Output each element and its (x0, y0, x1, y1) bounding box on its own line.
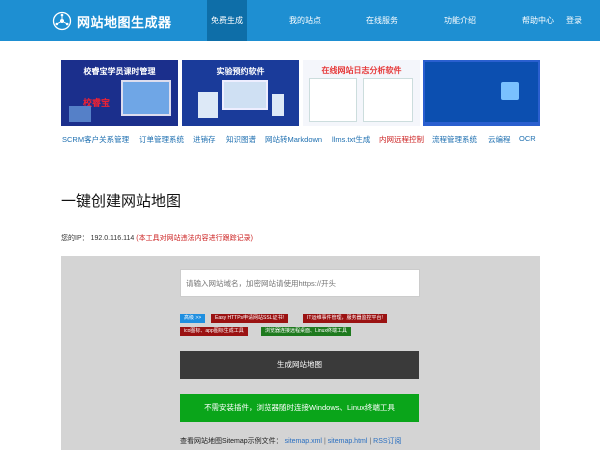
tablet-image (198, 92, 218, 118)
link-remote-control[interactable]: 内网远程控制 (379, 134, 424, 145)
link-scrm[interactable]: SCRM客户关系管理 (62, 134, 129, 145)
banner-remote-desktop[interactable] (423, 60, 540, 126)
logo-text: 网站地图生成器 (77, 14, 172, 30)
example-sitemap-html-link[interactable]: sitemap.html (328, 438, 368, 445)
ip-label: 您的IP： (61, 235, 89, 242)
website-url-input[interactable] (180, 269, 420, 297)
advanced-options-button[interactable]: 高级 >> (180, 314, 206, 323)
nav-my-sites[interactable]: 我的站点 (283, 0, 327, 41)
tablet-image (69, 106, 91, 122)
ad-browser-remote-terminal[interactable]: 浏览器连接远程桌面、Linux终端工具 (261, 327, 351, 336)
example-sitemap-xml-link[interactable]: sitemap.xml (285, 438, 322, 445)
sitemap-logo-icon (52, 11, 72, 31)
product-links: SCRM客户关系管理 订单管理系统 进销存 知识图谱 网站转Markdown l… (62, 134, 542, 146)
ad-it-ops[interactable]: IT运维事件管理，服务器监控平台! (303, 314, 387, 323)
link-knowledge-graph[interactable]: 知识图谱 (226, 134, 256, 145)
banner-lab-booking[interactable]: 实验预约软件 (182, 60, 299, 126)
example-rss-link[interactable]: RSS订阅 (373, 438, 401, 445)
report-image-left (309, 78, 357, 122)
generate-sitemap-button[interactable]: 生成网站地图 (180, 351, 419, 379)
top-navigation-bar: 网站地图生成器 免费生成 我的站点 在线服务 功能介绍 帮助中心 登录 (0, 0, 600, 41)
windows-logo-icon (501, 82, 519, 100)
link-llms-txt[interactable]: llms.txt生成 (332, 134, 370, 145)
ad-icon-generator[interactable]: ico图标、app图标生成工具 (180, 327, 248, 336)
separator: | (323, 438, 326, 445)
link-site-to-markdown[interactable]: 网站转Markdown (265, 134, 322, 145)
sitemap-example-line: 查看网站地图Sitemap示例文件： sitemap.xml | sitemap… (180, 436, 402, 446)
remote-terminal-promo-button[interactable]: 不需安装插件，浏览器随时连接Windows、Linux终端工具 (180, 394, 419, 422)
sitemap-form-panel: 高级 >> Easy HTTPs申请网站SSL证书! IT运维事件管理，服务器监… (61, 256, 540, 450)
banner-title: 在线网站日志分析软件 (321, 66, 402, 75)
nav-free-generate[interactable]: 免费生成 (207, 0, 247, 41)
nav-help-center[interactable]: 帮助中心 (519, 0, 557, 41)
example-prefix: 查看网站地图Sitemap示例文件： (180, 438, 283, 445)
windows-desktop-image (425, 62, 538, 122)
link-order-management[interactable]: 订单管理系统 (139, 134, 184, 145)
nav-features[interactable]: 功能介绍 (438, 0, 482, 41)
ip-warning: (本工具对网站违法内容进行跟踪记录) (136, 235, 253, 242)
ad-banners: 校睿宝学员课时管理 校睿宝 实验预约软件 在线网站日志分析软件 (61, 60, 540, 126)
page-title: 一键创建网站地图 (61, 193, 182, 210)
laptop-image (222, 80, 268, 110)
nav-online-services[interactable]: 在线服务 (360, 0, 404, 41)
phone-image (272, 94, 284, 116)
site-logo[interactable]: 网站地图生成器 (52, 11, 172, 31)
report-image-right (363, 78, 413, 122)
link-process-management[interactable]: 流程管理系统 (432, 134, 477, 145)
banner-log-analysis[interactable]: 在线网站日志分析软件 (303, 60, 420, 126)
banner-course-management[interactable]: 校睿宝学员课时管理 校睿宝 (61, 60, 178, 126)
link-cloud-coding[interactable]: 云编程 (488, 134, 511, 145)
banner-title: 实验预约软件 (216, 67, 265, 76)
link-ocr[interactable]: OCR (519, 134, 536, 143)
link-inventory[interactable]: 进销存 (193, 134, 216, 145)
separator: | (369, 438, 372, 445)
monitor-image (121, 80, 171, 116)
nav-login[interactable]: 登录 (563, 0, 585, 41)
ip-value: 192.0.116.114 (90, 235, 135, 242)
banner-title: 校睿宝学员课时管理 (83, 67, 156, 76)
ad-ssl-certificate[interactable]: Easy HTTPs申请网站SSL证书! (211, 314, 288, 323)
ip-info: 您的IP： 192.0.116.114 (本工具对网站违法内容进行跟踪记录) (61, 233, 253, 243)
